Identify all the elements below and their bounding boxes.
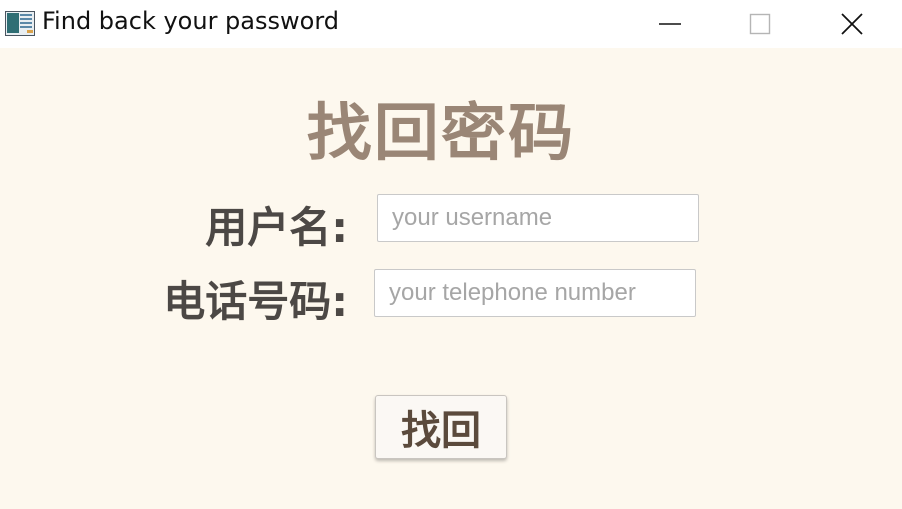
telephone-field[interactable] — [374, 269, 696, 317]
close-icon — [841, 13, 863, 35]
close-button[interactable] — [822, 0, 882, 48]
form-panel: 找回密码 用户名: 电话号码: 找回 — [0, 48, 902, 509]
app-window-icon — [5, 11, 35, 36]
minimize-button[interactable] — [640, 0, 700, 48]
username-field[interactable] — [377, 194, 699, 242]
window-title: Find back your password — [42, 7, 339, 35]
minimize-icon — [659, 23, 681, 25]
maximize-button[interactable] — [730, 0, 790, 48]
find-back-button[interactable]: 找回 — [375, 395, 507, 459]
page-title: 找回密码 — [306, 96, 576, 169]
telephone-label: 电话号码: — [163, 277, 348, 326]
title-bar: Find back your password — [0, 0, 902, 48]
username-label: 用户名: — [205, 203, 348, 252]
maximize-icon — [749, 13, 771, 35]
